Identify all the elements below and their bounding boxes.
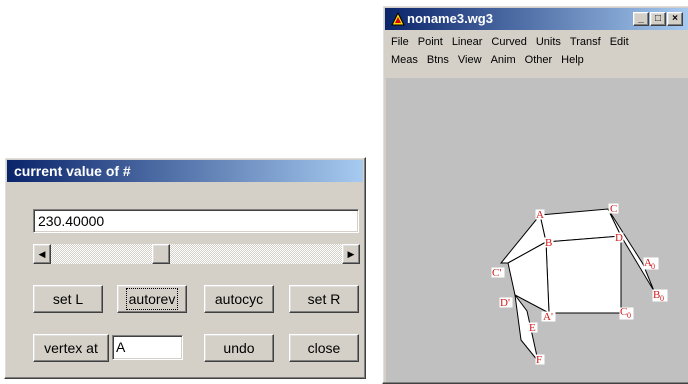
set-r-button[interactable]: set R — [289, 285, 359, 313]
box-net-figure: A C B D C' D' A' C 0 A 0 B 0 E F — [491, 203, 668, 366]
value-slider[interactable]: ◀ ▶ — [33, 244, 360, 264]
set-l-button[interactable]: set L — [33, 285, 103, 313]
drawing-canvas[interactable]: A C B D C' D' A' C 0 A 0 B 0 E F — [386, 78, 688, 382]
vertex-label-A-prime: A' — [543, 311, 553, 323]
maximize-icon[interactable]: □ — [650, 12, 666, 26]
close-label: close — [307, 340, 341, 356]
close-button[interactable]: close — [289, 334, 359, 362]
autocyc-button[interactable]: autocyc — [204, 285, 274, 313]
undo-button[interactable]: undo — [204, 334, 274, 362]
vertex-label-D: D — [615, 232, 623, 244]
slider-thumb[interactable] — [152, 244, 170, 264]
menu-help[interactable]: Help — [561, 54, 584, 70]
menu-point[interactable]: Point — [418, 36, 443, 52]
menu-view[interactable]: View — [458, 54, 482, 70]
menu-meas[interactable]: Meas — [391, 54, 418, 70]
app-title: noname3.wg3 — [407, 11, 493, 26]
undo-label: undo — [223, 340, 255, 356]
vertex-label-B: B — [545, 237, 552, 249]
dialog-title: current value of # — [14, 163, 131, 179]
menu-bar-row-1: File Point Linear Curved Units Transf Ed… — [391, 36, 629, 52]
menu-linear[interactable]: Linear — [452, 36, 483, 52]
autorev-button[interactable]: autorev — [117, 285, 187, 313]
vertex-label-D-prime: D' — [500, 297, 510, 309]
menu-other[interactable]: Other — [525, 54, 553, 70]
autorev-label: autorev — [125, 288, 179, 310]
slider-right-arrow-icon[interactable]: ▶ — [342, 244, 360, 264]
menu-btns[interactable]: Btns — [427, 54, 449, 70]
vertex-at-label: vertex at — [44, 340, 98, 356]
front-face — [545, 235, 622, 314]
menu-curved[interactable]: Curved — [491, 36, 526, 52]
menu-units[interactable]: Units — [536, 36, 561, 52]
vertex-label-C-prime: C' — [492, 267, 501, 279]
set-r-label: set R — [307, 291, 341, 307]
vertex-label-C0-subscript: 0 — [627, 311, 631, 320]
menu-transf[interactable]: Transf — [570, 36, 601, 52]
menu-edit[interactable]: Edit — [610, 36, 629, 52]
vertex-label-A: A — [536, 209, 544, 221]
vertex-at-button[interactable]: vertex at — [33, 334, 109, 362]
menu-anim[interactable]: Anim — [491, 54, 516, 70]
triangle-app-icon — [391, 12, 405, 26]
set-l-label: set L — [52, 291, 84, 307]
vertex-input[interactable]: A — [112, 335, 183, 360]
current-value-dialog: current value of # 230.40000 ◀ ▶ set L a… — [4, 157, 366, 379]
menu-file[interactable]: File — [391, 36, 409, 52]
vertex-label-F: F — [536, 354, 542, 366]
vertex-label-A0-subscript: 0 — [651, 262, 655, 271]
vertex-label-C: C — [610, 203, 617, 215]
close-window-icon[interactable]: × — [667, 12, 683, 26]
app-title-bar[interactable]: noname3.wg3 _ □ × — [385, 8, 688, 30]
autocyc-label: autocyc — [214, 291, 264, 307]
vertex-label-E: E — [529, 322, 536, 334]
current-value-field[interactable]: 230.40000 — [33, 209, 359, 233]
vertex-label-B0-subscript: 0 — [660, 294, 664, 303]
menu-bar-row-2: Meas Btns View Anim Other Help — [391, 54, 584, 70]
minimize-icon[interactable]: _ — [633, 12, 649, 26]
dialog-title-bar[interactable]: current value of # — [7, 160, 363, 182]
wingeom-window: noname3.wg3 _ □ × File Point Linear Curv… — [382, 5, 688, 384]
slider-left-arrow-icon[interactable]: ◀ — [33, 244, 51, 264]
